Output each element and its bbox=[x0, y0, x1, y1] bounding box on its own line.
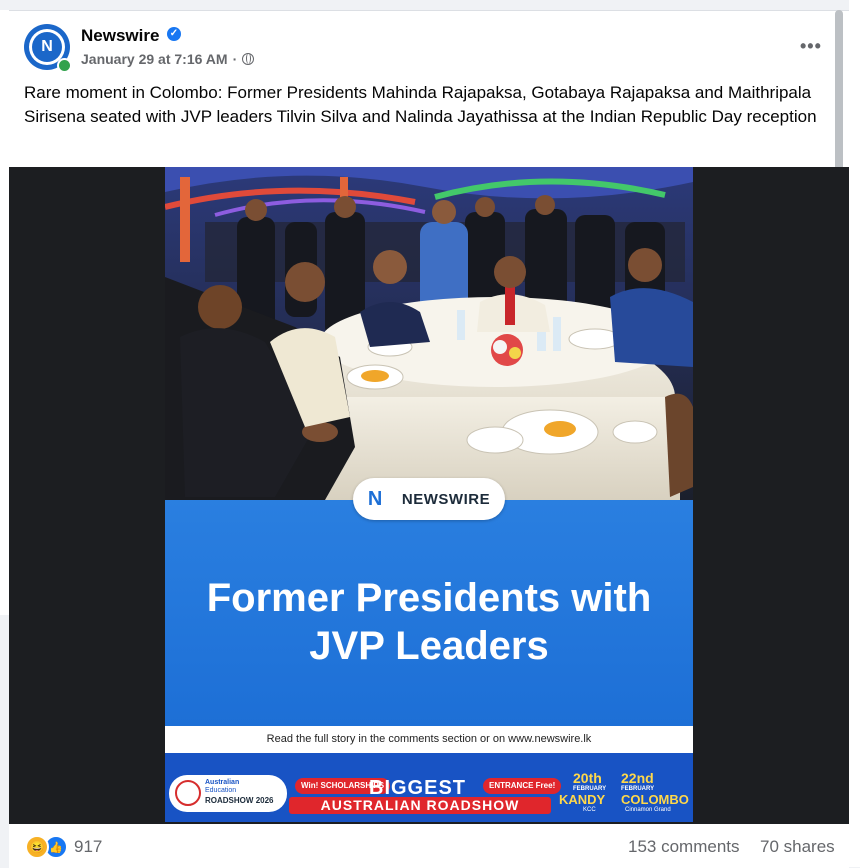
post-text: Rare moment in Colombo: Former President… bbox=[24, 83, 817, 126]
date2-day: 22nd bbox=[621, 770, 654, 786]
globe-icon[interactable] bbox=[242, 53, 255, 65]
brand-label: NEWSWIRE bbox=[401, 490, 491, 508]
headline-line-2: JVP Leaders bbox=[309, 624, 549, 668]
reactions-summary[interactable]: 😆 👍 bbox=[25, 835, 68, 859]
post-timestamp[interactable]: January 29 at 7:16 AM bbox=[81, 51, 228, 67]
newswire-logo-icon: N bbox=[367, 488, 383, 510]
banner-subheadline: AUSTRALIAN ROADSHOW bbox=[289, 797, 551, 814]
reaction-count[interactable]: 917 bbox=[74, 837, 102, 857]
date1-day: 20th bbox=[573, 770, 602, 786]
entrance-free-pill: ENTRANCE Free! bbox=[483, 778, 562, 794]
org-line-3: ROADSHOW 2026 bbox=[205, 796, 274, 805]
aer-emblem-icon bbox=[175, 780, 201, 806]
headline-line-1: Former Presidents with bbox=[206, 576, 652, 620]
post-photo[interactable] bbox=[165, 167, 693, 500]
date2-venue: Cinnamon Grand bbox=[625, 807, 671, 813]
photo-illustration bbox=[165, 167, 693, 500]
roadshow-year: 2026 bbox=[255, 796, 274, 805]
date2-city: COLOMBO bbox=[621, 792, 689, 807]
shares-count-link[interactable]: 70 shares bbox=[760, 837, 835, 857]
haha-reaction-icon: 😆 bbox=[25, 835, 49, 859]
roadshow-logo: Australian Education ROADSHOW 2026 bbox=[169, 775, 287, 812]
right-gutter bbox=[849, 0, 860, 867]
date1-venue: KCC bbox=[583, 807, 596, 813]
page-name-link[interactable]: Newswire bbox=[81, 26, 159, 46]
post-meta: January 29 at 7:16 AM · bbox=[81, 51, 255, 67]
online-status-dot bbox=[57, 58, 72, 73]
media-headline: Former Presidents with JVP Leaders bbox=[165, 574, 693, 670]
comments-count-link[interactable]: 153 comments bbox=[628, 837, 740, 857]
read-more-bar: Read the full story in the comments sect… bbox=[165, 726, 693, 753]
date1-city: KANDY bbox=[559, 792, 606, 807]
ad-banner[interactable]: Australian Education ROADSHOW 2026 Win! … bbox=[165, 753, 693, 822]
top-strip bbox=[0, 0, 860, 10]
org-line-1: Australian bbox=[205, 779, 240, 786]
meta-separator: · bbox=[232, 51, 238, 67]
left-gutter bbox=[0, 10, 9, 615]
more-options-icon[interactable]: ••• bbox=[800, 36, 822, 57]
newswire-logo-icon: N bbox=[32, 32, 62, 62]
org-line-2: Education bbox=[205, 787, 237, 794]
newswire-brand-pill: N NEWSWIRE bbox=[353, 478, 505, 520]
verified-badge-icon: ✓ bbox=[167, 27, 181, 41]
